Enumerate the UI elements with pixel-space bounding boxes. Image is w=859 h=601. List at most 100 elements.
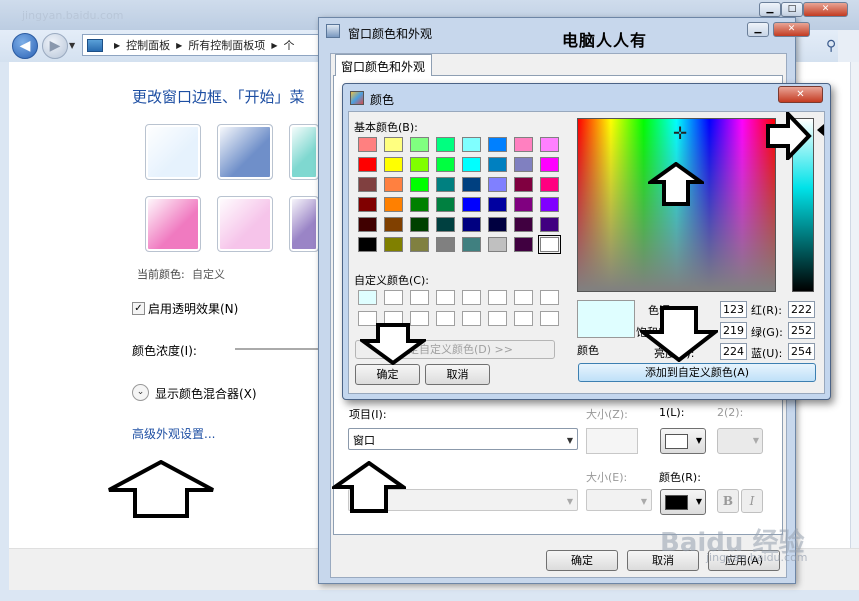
basic-color-cell[interactable] <box>540 157 559 172</box>
color-swatch[interactable] <box>145 196 201 252</box>
hue-field[interactable]: 123 <box>720 301 747 318</box>
color-swatch[interactable] <box>289 124 319 180</box>
search-icon[interactable]: ⚲ <box>826 38 836 54</box>
dialog-minimize-button[interactable]: ▁ <box>747 22 769 37</box>
basic-color-cell[interactable] <box>514 157 533 172</box>
green-field[interactable]: 252 <box>788 322 815 339</box>
sat-field[interactable]: 219 <box>720 322 747 339</box>
basic-color-cell[interactable] <box>436 197 455 212</box>
basic-color-cell[interactable] <box>538 235 561 254</box>
basic-color-cell[interactable] <box>436 237 455 252</box>
basic-color-cell[interactable] <box>358 137 377 152</box>
size-spinner[interactable] <box>586 428 638 454</box>
basic-color-cell[interactable] <box>514 177 533 192</box>
basic-color-cell[interactable] <box>436 137 455 152</box>
basic-color-cell[interactable] <box>410 157 429 172</box>
tab-window-color-appearance[interactable]: 窗口颜色和外观 <box>335 54 432 76</box>
bold-button[interactable]: B <box>717 489 739 513</box>
basic-color-cell[interactable] <box>436 217 455 232</box>
advanced-appearance-link[interactable]: 高级外观设置... <box>132 425 215 442</box>
color-swatch[interactable] <box>217 124 273 180</box>
basic-color-cell[interactable] <box>358 157 377 172</box>
transparency-checkbox[interactable]: ✓ <box>132 302 145 315</box>
address-bar[interactable]: ▶ 控制面板 ▶ 所有控制面板项 ▶ 个 <box>82 34 327 56</box>
basic-color-cell[interactable] <box>488 237 507 252</box>
basic-color-cell[interactable] <box>384 137 403 152</box>
chevron-down-icon[interactable]: ⌄ <box>132 384 149 401</box>
maximize-button[interactable]: □ <box>781 2 803 17</box>
basic-color-cell[interactable] <box>462 177 481 192</box>
basic-color-cell[interactable] <box>514 197 533 212</box>
basic-color-cell[interactable] <box>384 177 403 192</box>
basic-color-cell[interactable] <box>358 197 377 212</box>
dialog-close-button[interactable]: ✕ <box>773 22 810 37</box>
basic-color-cell[interactable] <box>488 217 507 232</box>
custom-color-cell[interactable] <box>436 311 455 326</box>
custom-color-cell[interactable] <box>462 311 481 326</box>
basic-color-cell[interactable] <box>462 197 481 212</box>
basic-color-cell[interactable] <box>462 137 481 152</box>
color1-button[interactable]: ▼ <box>660 428 706 454</box>
color-intensity-slider[interactable] <box>235 348 325 350</box>
basic-color-cell[interactable] <box>436 177 455 192</box>
basic-color-cell[interactable] <box>384 157 403 172</box>
basic-color-cell[interactable] <box>462 237 481 252</box>
custom-color-cell[interactable] <box>358 290 377 305</box>
color-swatch[interactable] <box>145 124 201 180</box>
custom-color-cell[interactable] <box>488 290 507 305</box>
font-color-button[interactable]: ▼ <box>660 489 706 515</box>
minimize-button[interactable]: ▁ <box>759 2 781 17</box>
red-field[interactable]: 222 <box>788 301 815 318</box>
custom-color-cell[interactable] <box>488 311 507 326</box>
custom-color-cell[interactable] <box>540 290 559 305</box>
basic-color-cell[interactable] <box>462 217 481 232</box>
item-select[interactable]: 窗口 ▼ <box>348 428 578 450</box>
basic-color-cell[interactable] <box>540 217 559 232</box>
font-size-select[interactable]: ▼ <box>586 489 652 511</box>
basic-color-cell[interactable] <box>514 237 533 252</box>
scrollbar[interactable] <box>850 62 859 562</box>
recent-pages-dropdown[interactable]: ▼ <box>69 41 75 50</box>
custom-color-cell[interactable] <box>514 290 533 305</box>
color2-button[interactable]: ▼ <box>717 428 763 454</box>
breadcrumb-all-items[interactable]: 所有控制面板项 <box>188 37 265 53</box>
basic-color-cell[interactable] <box>488 157 507 172</box>
luminance-pointer-icon[interactable] <box>817 124 824 136</box>
basic-color-cell[interactable] <box>384 237 403 252</box>
basic-color-cell[interactable] <box>540 177 559 192</box>
close-button[interactable]: ✕ <box>803 2 848 17</box>
custom-color-cell[interactable] <box>384 290 403 305</box>
blue-field[interactable]: 254 <box>788 343 815 360</box>
basic-color-cell[interactable] <box>358 237 377 252</box>
basic-color-cell[interactable] <box>410 217 429 232</box>
back-button[interactable]: ◀ <box>12 33 38 59</box>
basic-color-cell[interactable] <box>488 197 507 212</box>
basic-color-cell[interactable] <box>488 177 507 192</box>
ok-button[interactable]: 确定 <box>546 550 618 571</box>
color-swatch[interactable] <box>217 196 273 252</box>
color-ok-button[interactable]: 确定 <box>355 364 420 385</box>
basic-color-cell[interactable] <box>410 137 429 152</box>
color-swatch[interactable] <box>289 196 319 252</box>
breadcrumb-current[interactable]: 个 <box>283 37 294 53</box>
show-color-mixer-toggle[interactable]: 显示颜色混合器(X) <box>155 385 257 402</box>
basic-color-cell[interactable] <box>436 157 455 172</box>
basic-color-cell[interactable] <box>540 197 559 212</box>
italic-button[interactable]: I <box>741 489 763 513</box>
color-dialog-close-button[interactable]: ✕ <box>778 86 823 103</box>
custom-color-cell[interactable] <box>436 290 455 305</box>
basic-color-cell[interactable] <box>410 177 429 192</box>
color-cancel-button[interactable]: 取消 <box>425 364 490 385</box>
forward-button[interactable]: ▶ <box>42 33 68 59</box>
custom-color-cell[interactable] <box>540 311 559 326</box>
lum-field[interactable]: 224 <box>720 343 747 360</box>
basic-color-cell[interactable] <box>462 157 481 172</box>
basic-color-cell[interactable] <box>488 137 507 152</box>
custom-color-cell[interactable] <box>410 290 429 305</box>
breadcrumb-control-panel[interactable]: 控制面板 <box>126 37 170 53</box>
basic-color-cell[interactable] <box>410 237 429 252</box>
basic-color-cell[interactable] <box>410 197 429 212</box>
basic-color-cell[interactable] <box>384 197 403 212</box>
basic-color-cell[interactable] <box>358 177 377 192</box>
custom-color-cell[interactable] <box>514 311 533 326</box>
